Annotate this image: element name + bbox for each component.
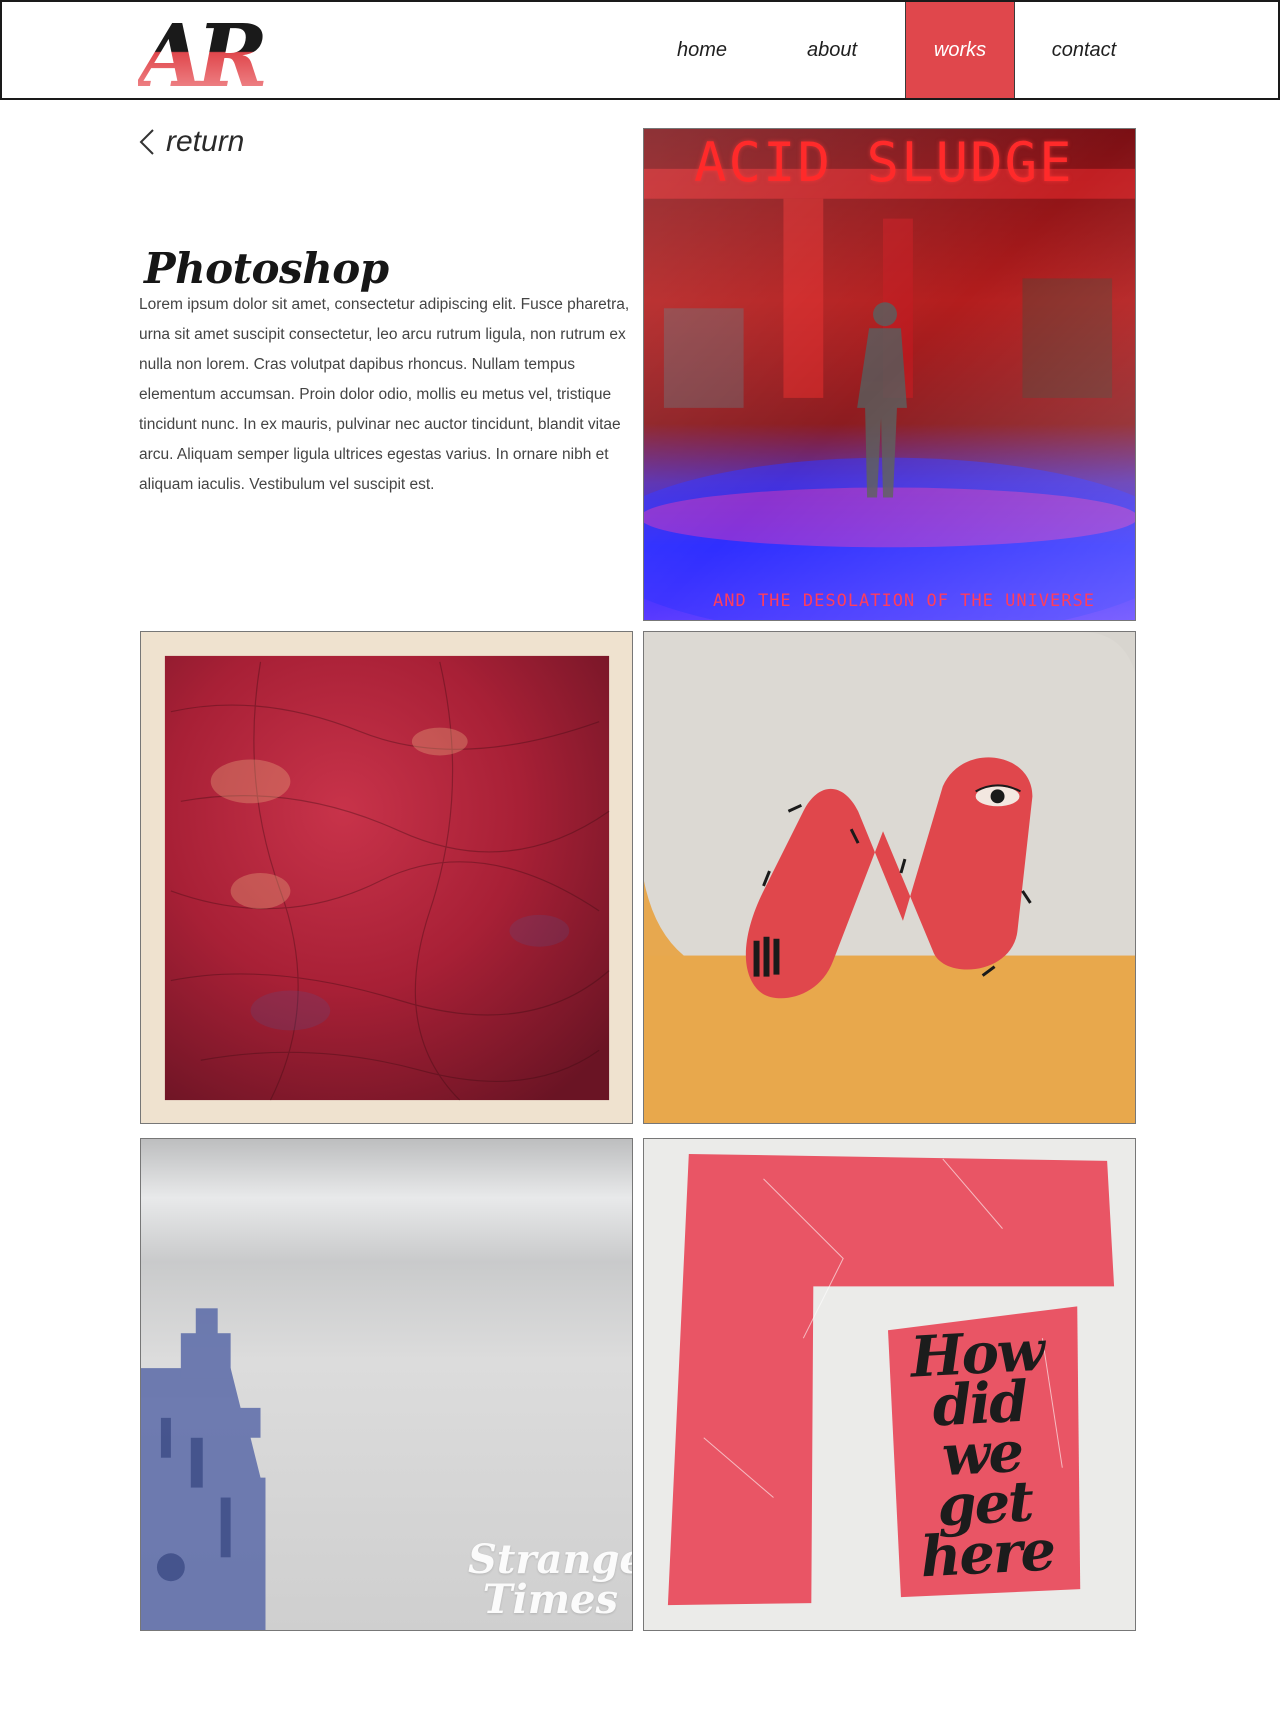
work-tile-strange-times[interactable]: Strange Times — [140, 1138, 633, 1631]
nav-home[interactable]: home — [642, 2, 762, 98]
work-tile-red-texture[interactable] — [140, 631, 633, 1124]
work-tile-n-shape[interactable] — [643, 631, 1136, 1124]
site-logo[interactable]: AR AR — [138, 10, 298, 94]
return-label: return — [166, 125, 245, 158]
return-link[interactable]: return — [138, 124, 244, 160]
nav-about[interactable]: about — [772, 2, 892, 98]
how-did-we-get-here-artwork — [644, 1139, 1135, 1630]
work-tile-how-did-we-get-here[interactable]: How did we get here — [643, 1138, 1136, 1631]
svg-text:AR: AR — [138, 10, 265, 94]
strange-times-artwork — [141, 1139, 632, 1630]
nav-contact[interactable]: contact — [1022, 2, 1146, 98]
logo-mark: AR — [138, 10, 273, 94]
main-nav: home about works contact — [642, 2, 1142, 98]
nav-works[interactable]: works — [905, 2, 1015, 98]
red-texture-artwork — [141, 632, 632, 1123]
page-description: Lorem ipsum dolor sit amet, consectetur … — [139, 296, 630, 493]
site-header: AR AR home about works contact — [0, 0, 1280, 100]
acid-sludge-artwork — [644, 129, 1135, 620]
n-shape-artwork — [644, 632, 1135, 1123]
work-tile-acid-sludge[interactable]: ACID SLUDGE AND THE DESOLATION OF THE UN… — [643, 128, 1136, 621]
chevron-left-icon — [139, 129, 154, 155]
page-title: Photoshop — [144, 244, 389, 293]
